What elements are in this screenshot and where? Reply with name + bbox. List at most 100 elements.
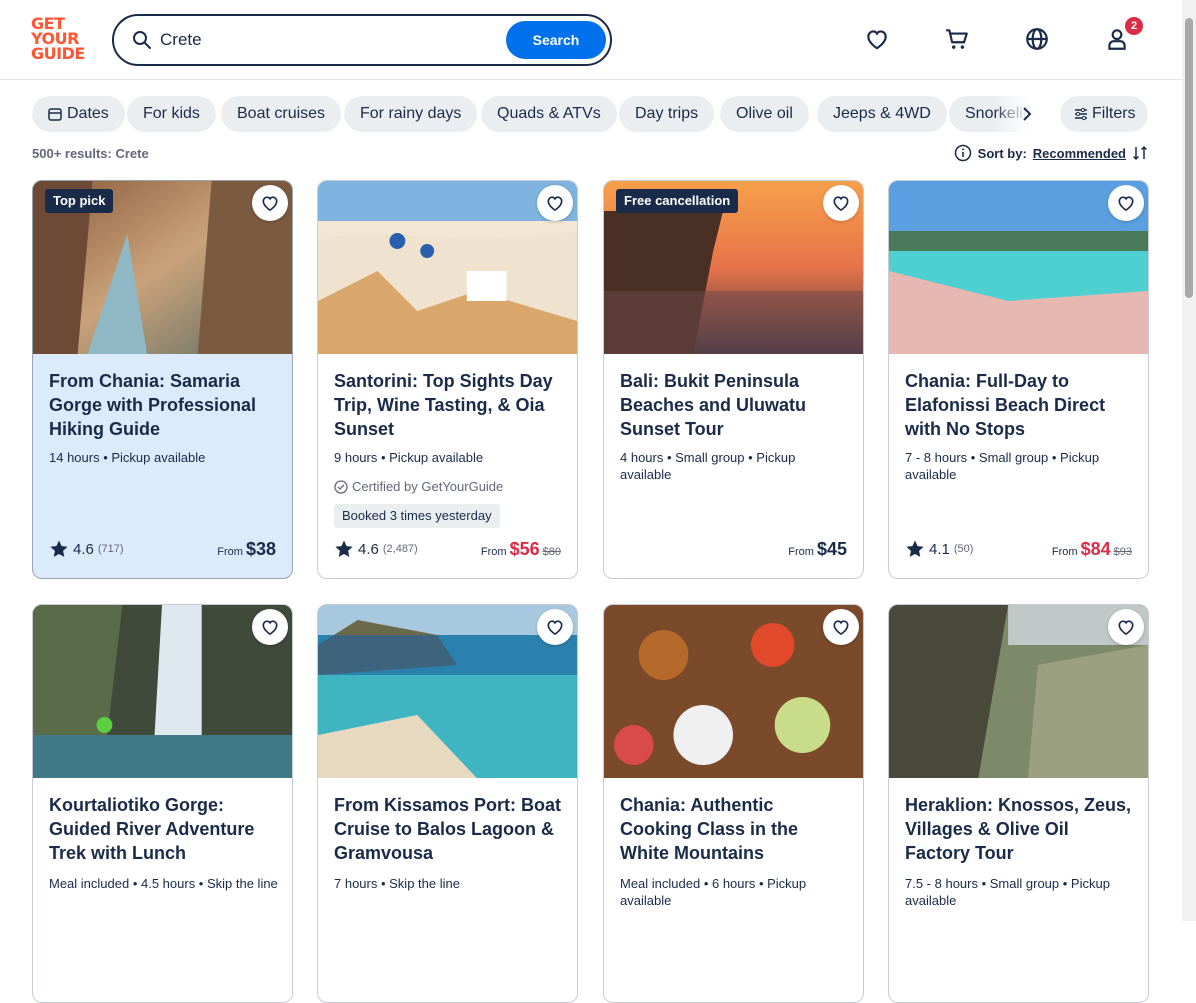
cart-icon[interactable] <box>944 26 970 52</box>
activity-card[interactable]: Top pick From Chania: Samaria Gorge with… <box>32 180 293 579</box>
certified-check-icon <box>334 479 348 494</box>
price-value: $45 <box>816 539 847 559</box>
rating-value: 4.6 <box>358 540 379 558</box>
chip-label: Boat cruises <box>237 105 326 122</box>
activity-meta: 9 hours • Pickup available <box>334 450 484 465</box>
review-count: (50) <box>953 543 974 555</box>
chip-label: For kids <box>143 105 200 122</box>
activity-card[interactable]: From Kissamos Port: Boat Cruise to Balos… <box>317 604 578 1003</box>
activity-card[interactable]: Chania: Full-Day to Elafonissi Beach Dir… <box>888 180 1149 579</box>
chip-label: Jeeps & 4WD <box>833 105 931 122</box>
review-count: (2,487) <box>382 543 418 555</box>
calendar-icon <box>48 108 62 121</box>
wishlist-button[interactable] <box>537 609 573 645</box>
wishlist-heart-icon[interactable] <box>864 26 890 52</box>
sort-arrows-icon[interactable] <box>1132 145 1148 161</box>
activity-title[interactable]: Bali: Bukit Peninsula Beaches and Uluwat… <box>620 369 850 441</box>
activity-card[interactable]: Chania: Authentic Cooking Class in the W… <box>603 604 864 1003</box>
rating: 4.6 (2,487) <box>334 539 418 559</box>
chip-boat-cruises[interactable]: Boat cruises <box>221 96 342 132</box>
chip-olive-oil[interactable]: Olive oil <box>720 96 809 132</box>
activity-meta: 7 - 8 hours • Small group • Pickup avail… <box>905 450 1100 482</box>
heart-icon <box>262 620 278 636</box>
search-input[interactable] <box>160 26 460 54</box>
wishlist-button[interactable] <box>252 185 288 221</box>
chevron-right-icon[interactable] <box>1016 103 1038 125</box>
filters-button[interactable]: Filters <box>1060 96 1148 132</box>
activity-card[interactable]: Kourtaliotiko Gorge: Guided River Advent… <box>32 604 293 1003</box>
activity-title[interactable]: From Kissamos Port: Boat Cruise to Balos… <box>334 793 564 865</box>
search-button[interactable]: Search <box>506 21 606 59</box>
chip-for-kids[interactable]: For kids <box>127 96 216 132</box>
activity-meta: 7.5 - 8 hours • Small group • Pickup ava… <box>905 876 1110 908</box>
price-from: From <box>480 546 507 558</box>
price-value: $56 <box>509 539 540 559</box>
chip-jeeps-4wd[interactable]: Jeeps & 4WD <box>817 96 947 132</box>
certified-badge: Certified by GetYourGuide <box>334 479 503 494</box>
star-icon <box>50 540 68 557</box>
chip-label: Quads & ATVs <box>497 105 601 122</box>
activity-title[interactable]: Chania: Authentic Cooking Class in the W… <box>620 793 850 865</box>
rating-value: 4.1 <box>929 540 950 558</box>
cart-count-badge: 2 <box>1125 17 1143 35</box>
wishlist-button[interactable] <box>1108 185 1144 221</box>
activity-title[interactable]: Santorini: Top Sights Day Trip, Wine Tas… <box>334 369 564 441</box>
globe-icon[interactable] <box>1024 26 1050 52</box>
heart-icon <box>262 196 278 212</box>
wishlist-button[interactable] <box>537 185 573 221</box>
activity-title[interactable]: Chania: Full-Day to Elafonissi Beach Dir… <box>905 369 1135 441</box>
price-value: $84 <box>1080 539 1111 559</box>
activity-card[interactable]: Santorini: Top Sights Day Trip, Wine Tas… <box>317 180 578 579</box>
old-price: $93 <box>1113 546 1132 558</box>
activity-title[interactable]: Heraklion: Knossos, Zeus, Villages & Oli… <box>905 793 1135 865</box>
review-count: (717) <box>97 543 124 555</box>
wishlist-button[interactable] <box>823 609 859 645</box>
activity-meta: 14 hours • Pickup available <box>49 450 206 465</box>
wishlist-button[interactable] <box>823 185 859 221</box>
wishlist-button[interactable] <box>252 609 288 645</box>
heart-icon <box>1118 620 1134 636</box>
price-from: From <box>788 546 814 558</box>
scrollbar[interactable] <box>1182 0 1196 921</box>
search-bar: Search <box>112 14 612 66</box>
activity-card[interactable]: Heraklion: Knossos, Zeus, Villages & Oli… <box>888 604 1149 1003</box>
activity-meta: 7 hours • Skip the line <box>334 876 460 891</box>
chip-quads-atvs[interactable]: Quads & ATVs <box>481 96 617 132</box>
old-price: $80 <box>542 546 561 558</box>
heart-icon <box>547 620 563 636</box>
rating: 4.6 (717) <box>49 539 124 559</box>
getyourguide-logo[interactable]: GET YOUR GUIDE <box>31 16 91 64</box>
scrollbar-thumb[interactable] <box>1185 18 1193 298</box>
chip-label: Olive oil <box>736 105 793 122</box>
sort-control[interactable]: Sort by: Recommended <box>954 144 1148 162</box>
heart-icon <box>833 620 849 636</box>
free-cancellation-tag: Free cancellation <box>616 189 739 213</box>
activity-title[interactable]: Kourtaliotiko Gorge: Guided River Advent… <box>49 793 279 865</box>
sort-label: Sort by: <box>977 145 1027 161</box>
rating: 4.1 (50) <box>905 539 973 559</box>
rating-value: 4.6 <box>73 540 94 558</box>
top-bar: GET YOUR GUIDE Search 2 <box>0 0 1182 80</box>
heart-icon <box>547 196 563 212</box>
filters-label: Filters <box>1092 105 1136 122</box>
logo-line-3: GUIDE <box>31 44 85 63</box>
activity-title[interactable]: From Chania: Samaria Gorge with Professi… <box>49 369 279 441</box>
star-icon <box>906 540 924 557</box>
wishlist-button[interactable] <box>1108 609 1144 645</box>
activity-card[interactable]: Free cancellation Bali: Bukit Peninsula … <box>603 180 864 579</box>
sort-value[interactable]: Recommended <box>1033 146 1126 161</box>
booked-badge: Booked 3 times yesterday <box>334 504 500 528</box>
star-icon <box>335 540 353 557</box>
price: From $38 <box>217 539 276 560</box>
info-icon[interactable] <box>954 144 972 162</box>
chip-label: Dates <box>67 105 109 122</box>
chip-label: Day trips <box>635 105 699 122</box>
chip-dates[interactable]: Dates <box>32 96 125 132</box>
top-pick-tag: Top pick <box>45 189 114 213</box>
certified-label: Certified by GetYourGuide <box>352 479 504 494</box>
chip-day-trips[interactable]: Day trips <box>619 96 715 132</box>
price-from: From <box>1051 546 1078 558</box>
price-from: From <box>217 546 243 558</box>
price: From $84 $93 <box>1052 539 1132 560</box>
chip-for-rainy-days[interactable]: For rainy days <box>344 96 478 132</box>
